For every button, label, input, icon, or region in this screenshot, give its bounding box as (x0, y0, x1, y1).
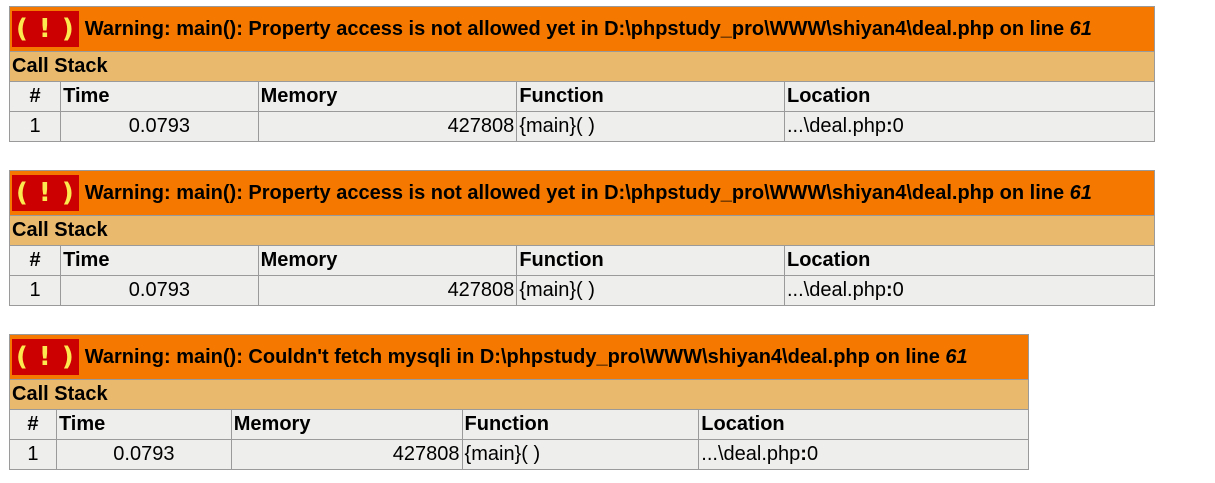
col-header-time: Time (60, 81, 259, 112)
cell-time: 0.0793 (60, 275, 259, 306)
error-title: ( ! ) Warning: main(): Couldn't fetch my… (9, 334, 1029, 380)
col-header-function: Function (516, 81, 785, 112)
col-header-num: # (8, 245, 62, 276)
col-header-num: # (8, 81, 62, 112)
xdebug-error-1: ( ! ) Warning: main(): Property access i… (8, 6, 1155, 142)
cell-function: {main}( ) (516, 111, 785, 142)
table-row: 1 0.0793 427808 {main}( ) ...\deal.php:0 (8, 111, 1155, 142)
xdebug-error-2: ( ! ) Warning: main(): Property access i… (8, 170, 1155, 306)
cell-time: 0.0793 (55, 439, 232, 470)
error-message: Warning: main(): Couldn't fetch mysqli i… (84, 345, 968, 368)
col-header-function: Function (516, 245, 785, 276)
call-stack-header: Call Stack (9, 379, 1029, 410)
col-header-location: Location (784, 245, 1155, 276)
location-link[interactable]: ...\deal.php (787, 279, 886, 301)
location-separator: : (885, 279, 893, 301)
error-title: ( ! ) Warning: main(): Property access i… (9, 170, 1155, 216)
cell-location: ...\deal.php:0 (698, 439, 1029, 470)
error-line-number: 61 (1069, 181, 1092, 204)
error-line-number: 61 (1069, 17, 1092, 40)
table-row: 1 0.0793 427808 {main}( ) ...\deal.php:0 (9, 439, 1029, 470)
warning-icon: ( ! ) (12, 175, 79, 211)
cell-location: ...\deal.php:0 (784, 275, 1155, 306)
col-header-location: Location (698, 409, 1029, 440)
col-header-memory: Memory (257, 245, 518, 276)
col-header-memory: Memory (230, 409, 463, 440)
error-title: ( ! ) Warning: main(): Property access i… (9, 6, 1155, 52)
col-header-time: Time (55, 409, 232, 440)
cell-memory: 427808 (230, 439, 463, 470)
col-header-time: Time (60, 245, 259, 276)
location-line: 0 (806, 443, 819, 465)
cell-memory: 427808 (257, 275, 518, 306)
cell-num: 1 (8, 275, 62, 306)
cell-num: 1 (9, 439, 57, 470)
error-message: Warning: main(): Property access is not … (84, 17, 1092, 40)
call-stack-header: Call Stack (9, 51, 1155, 82)
call-stack-header: Call Stack (9, 215, 1155, 246)
warning-icon: ( ! ) (12, 339, 79, 375)
cell-function: {main}( ) (516, 275, 785, 306)
location-line: 0 (892, 115, 904, 137)
col-header-memory: Memory (257, 81, 518, 112)
col-header-location: Location (784, 81, 1155, 112)
cell-time: 0.0793 (60, 111, 259, 142)
warning-icon: ( ! ) (12, 11, 79, 47)
cell-function: {main}( ) (461, 439, 700, 470)
error-line-number: 61 (945, 345, 968, 368)
col-header-num: # (9, 409, 57, 440)
location-link[interactable]: ...\deal.php (787, 115, 886, 137)
col-header-function: Function (461, 409, 700, 440)
cell-memory: 427808 (257, 111, 518, 142)
location-line: 0 (892, 279, 904, 301)
cell-num: 1 (8, 111, 62, 142)
error-message: Warning: main(): Property access is not … (84, 181, 1092, 204)
cell-location: ...\deal.php:0 (784, 111, 1155, 142)
table-row: 1 0.0793 427808 {main}( ) ...\deal.php:0 (8, 275, 1155, 306)
location-link[interactable]: ...\deal.php (701, 443, 800, 465)
location-separator: : (800, 443, 807, 465)
xdebug-error-3: ( ! ) Warning: main(): Couldn't fetch my… (9, 334, 1029, 470)
location-separator: : (885, 115, 893, 137)
